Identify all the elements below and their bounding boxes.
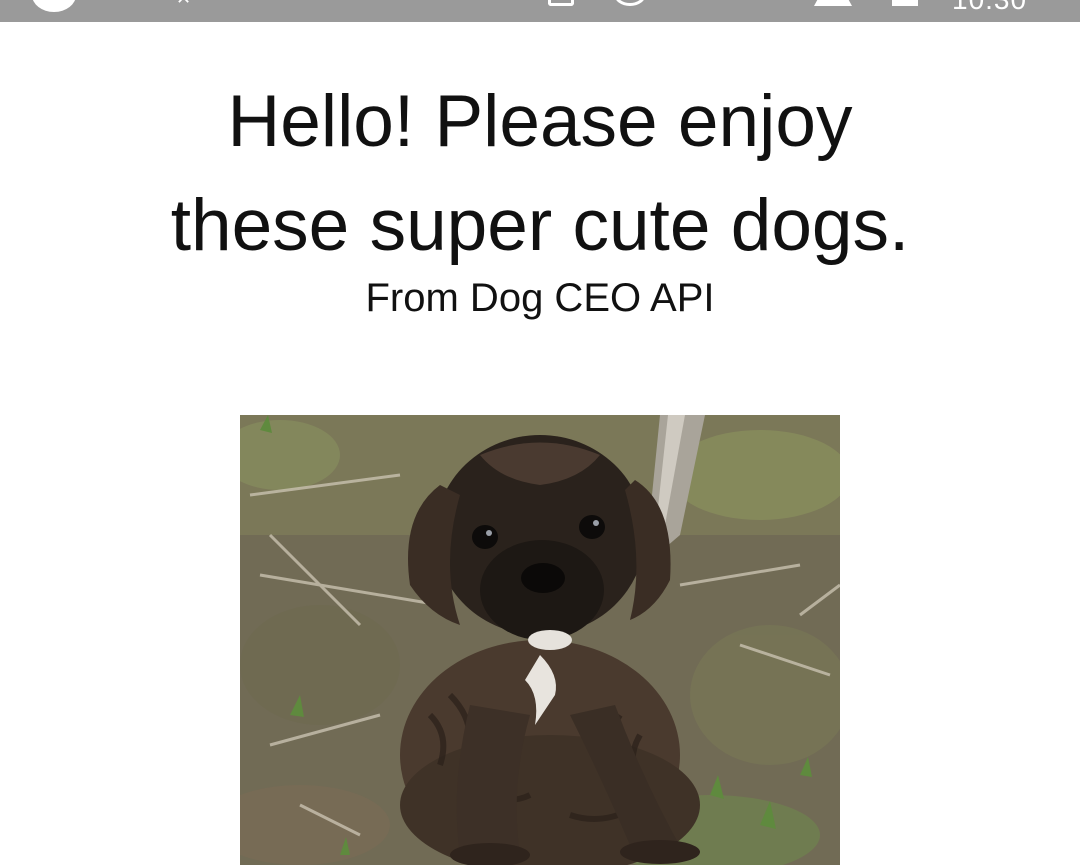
battery-icon — [892, 0, 918, 6]
page-title: Hello! Please enjoy these super cute dog… — [0, 70, 1080, 278]
alarm-icon — [614, 0, 646, 6]
notification-dot-icon — [32, 0, 76, 12]
status-bar: ✕ 10:30 — [0, 0, 1080, 22]
dog-photo-illustration — [240, 415, 840, 865]
page-subtitle: From Dog CEO API — [365, 276, 715, 320]
vibrate-icon — [548, 0, 574, 6]
signal-icon — [814, 0, 852, 6]
page-title-line-2: these super cute dogs. — [170, 185, 910, 266]
page-title-line-1: Hello! Please enjoy — [227, 81, 853, 162]
dog-photo[interactable] — [240, 415, 840, 865]
mute-icon: ✕ — [176, 0, 222, 7]
status-time: 10:30 — [952, 0, 1027, 14]
